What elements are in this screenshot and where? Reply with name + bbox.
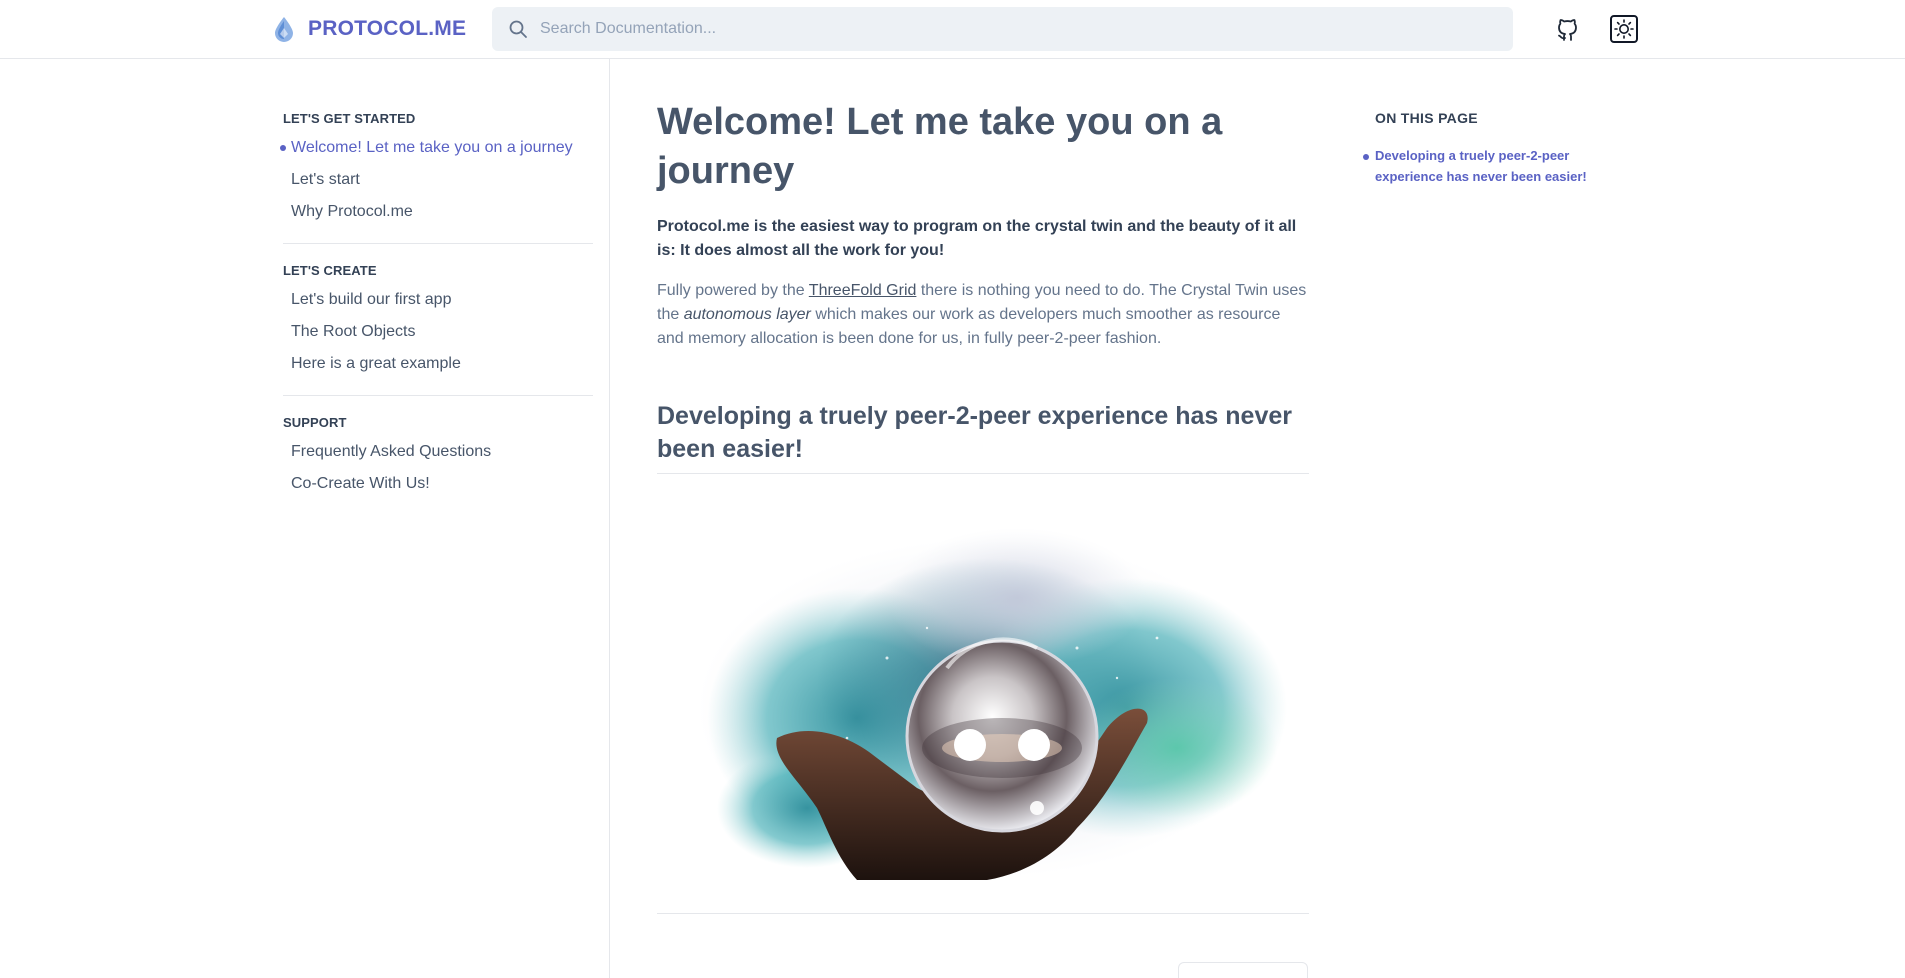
sidebar-item-why-protocol[interactable]: Why Protocol.me: [283, 201, 593, 233]
nav-section-support: SUPPORT Frequently Asked Questions Co-Cr…: [283, 414, 593, 505]
toc-item-peer-2-peer[interactable]: Developing a truely peer-2-peer experien…: [1363, 145, 1615, 187]
threefold-grid-link[interactable]: ThreeFold Grid: [809, 282, 917, 299]
sidebar-item-welcome[interactable]: Welcome! Let me take you on a journey: [280, 137, 593, 169]
sidebar-item-root-objects[interactable]: The Root Objects: [283, 321, 593, 353]
top-navigation-bar: PROTOCOL.ME: [0, 0, 1905, 59]
nav-section-heading: SUPPORT: [283, 415, 347, 430]
sidebar-item-faq[interactable]: Frequently Asked Questions: [283, 441, 593, 473]
search-input[interactable]: [540, 20, 1440, 38]
nav-divider: [283, 395, 593, 396]
main-content: Welcome! Let me take you on a journey Pr…: [657, 59, 1309, 888]
sidebar-item-lets-start[interactable]: Let's start: [283, 169, 593, 201]
next-page-button[interactable]: [1178, 962, 1308, 978]
sidebar: LET'S GET STARTED Welcome! Let me take y…: [0, 59, 610, 978]
lead-paragraph: Protocol.me is the easiest way to progra…: [657, 218, 1297, 259]
nav-divider: [283, 243, 593, 244]
crystal-ball-illustration: [657, 508, 1309, 888]
on-this-page: ON THIS PAGE Developing a truely peer-2-…: [1363, 110, 1615, 187]
nav-section-heading: LET'S CREATE: [283, 263, 377, 278]
sidebar-item-first-app[interactable]: Let's build our first app: [283, 289, 593, 321]
logo[interactable]: PROTOCOL.ME: [272, 16, 466, 42]
intro-text: Fully powered by the: [657, 282, 809, 299]
theme-toggle-button[interactable]: [1610, 15, 1638, 43]
sidebar-item-great-example[interactable]: Here is a great example: [283, 353, 593, 385]
sun-icon: [1614, 19, 1634, 39]
toc-heading: ON THIS PAGE: [1375, 110, 1478, 126]
logo-text: PROTOCOL.ME: [308, 17, 467, 40]
section-heading: Developing a truely peer-2-peer experien…: [657, 400, 1309, 474]
sidebar-item-co-create[interactable]: Co-Create With Us!: [283, 473, 593, 505]
github-button[interactable]: [1554, 14, 1582, 44]
water-drop-icon: [275, 17, 293, 42]
nav-section-create: LET'S CREATE Let's build our first app T…: [283, 262, 593, 385]
intro-emphasis: autonomous layer: [683, 306, 811, 323]
github-icon: [1558, 19, 1577, 41]
search-icon: [509, 20, 527, 38]
nav-section-get-started: LET'S GET STARTED Welcome! Let me take y…: [280, 110, 593, 233]
nav-section-heading: LET'S GET STARTED: [283, 111, 416, 126]
intro-paragraph: Fully powered by the ThreeFold Grid ther…: [657, 279, 1309, 351]
search-bar[interactable]: [492, 7, 1513, 51]
page-title: Welcome! Let me take you on a journey: [657, 101, 1223, 192]
content-divider: [657, 913, 1309, 914]
